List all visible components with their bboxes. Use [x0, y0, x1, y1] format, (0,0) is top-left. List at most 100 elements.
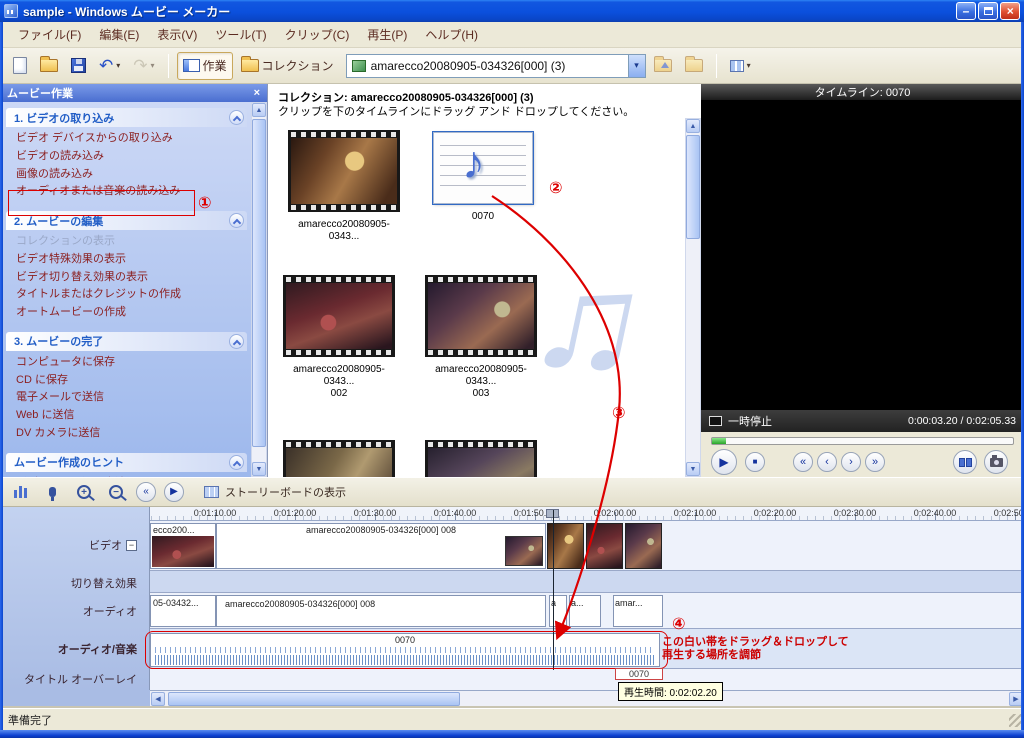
stop-button[interactable]: ■ [745, 452, 765, 472]
collapse-chevron-icon[interactable] [229, 454, 244, 470]
scroll-down-button[interactable]: ▼ [252, 462, 266, 476]
task-save-to-computer[interactable]: コンピュータに保存 [16, 356, 245, 370]
collection-clip-video-5[interactable] [425, 440, 537, 477]
section-header-finish-movie[interactable]: 3. ムービーの完了 [6, 331, 247, 351]
title-overlay-track[interactable] [150, 669, 1024, 690]
undo-icon: ↶ [99, 56, 114, 75]
undo-button[interactable]: ↶ ▾ [94, 52, 125, 80]
collection-clip-audio-0070[interactable]: ♪ 0070 [431, 131, 535, 223]
close-button[interactable]: × [1000, 2, 1020, 20]
menu-play[interactable]: 再生(P) [359, 23, 415, 46]
collapse-chevron-icon[interactable] [229, 110, 244, 125]
menu-view[interactable]: 表示(V) [149, 23, 205, 46]
collapse-video-track-button[interactable]: − [126, 539, 137, 551]
storyboard-toggle-button[interactable]: ストーリーボードの表示 [196, 481, 354, 503]
collections-button[interactable]: コレクション [236, 52, 339, 80]
collection-scrollbar[interactable]: ▲ ▼ [685, 118, 701, 477]
task-import-audio-or-music[interactable]: オーディオまたは音楽の読み込み [16, 185, 245, 199]
narrate-timeline-button[interactable] [40, 480, 64, 504]
task-send-dv-camera[interactable]: DV カメラに送信 [16, 427, 245, 441]
task-view-video-transitions[interactable]: ビデオ切り替え効果の表示 [16, 271, 245, 285]
video-track[interactable]: ecco200... amarecco20080905-034326[000] … [150, 521, 1024, 571]
collapse-chevron-icon[interactable] [229, 333, 244, 349]
task-show-collections: コレクションの表示 [16, 235, 115, 247]
transition-track[interactable] [150, 571, 1024, 593]
rewind-button[interactable]: « [793, 452, 813, 472]
audio-levels-button[interactable] [8, 480, 32, 504]
audio-track[interactable]: 05-03432... amarecco20080905-034326[000]… [150, 593, 1024, 629]
task-view-video-effects[interactable]: ビデオ特殊効果の表示 [16, 253, 245, 267]
open-project-button[interactable] [35, 52, 63, 80]
menu-tools[interactable]: ツール(T) [207, 23, 274, 46]
task-capture-from-device[interactable]: ビデオ デバイスからの取り込み [16, 132, 245, 146]
timeline-audio-clip[interactable]: a... [569, 595, 601, 627]
menu-help[interactable]: ヘルプ(H) [417, 23, 486, 46]
play-button[interactable]: ▶ [711, 449, 737, 475]
task-import-video[interactable]: ビデオの読み込み [16, 150, 245, 164]
task-send-email[interactable]: 電子メールで送信 [16, 391, 245, 405]
section-header-movie-tips[interactable]: ムービー作成のヒント [6, 452, 247, 472]
collection-combobox[interactable]: amarecco20080905-034326[000] (3) ▾ [345, 53, 646, 78]
tasks-panel-icon [182, 59, 200, 72]
scrollbar-thumb[interactable] [168, 692, 460, 706]
tasks-button[interactable]: 作業 [176, 51, 233, 80]
scrollbar-thumb[interactable] [686, 135, 700, 239]
scrollbar-thumb[interactable] [252, 119, 266, 447]
playhead[interactable] [553, 510, 554, 670]
tasks-pane-close-button[interactable]: × [254, 87, 260, 99]
collection-clip-video-4[interactable] [283, 440, 395, 477]
scroll-left-button[interactable]: ◀ [151, 692, 165, 706]
views-button[interactable]: ▾ [725, 52, 756, 80]
timeline-audio-clip-partial[interactable]: 05-03432... [150, 595, 216, 627]
next-frame-button[interactable]: › [841, 452, 861, 472]
timeline-audio-clip[interactable]: amar... [613, 595, 663, 627]
timeline-ruler[interactable]: 0:01:10.00 0:01:20.00 0:01:30.00 0:01:40… [150, 507, 1024, 521]
timeline-video-clip[interactable] [586, 523, 623, 569]
combobox-dropdown-button[interactable]: ▾ [627, 54, 645, 77]
timeline-video-clip-partial[interactable]: ecco200... [150, 523, 216, 569]
task-make-titles-credits[interactable]: タイトルまたはクレジットの作成 [16, 288, 245, 302]
task-save-to-cd[interactable]: CD に保存 [16, 374, 245, 388]
menu-file[interactable]: ファイル(F) [10, 23, 89, 46]
task-make-automovie[interactable]: オートムービーの作成 [16, 306, 245, 320]
fast-forward-button[interactable]: » [865, 452, 885, 472]
take-picture-button[interactable] [984, 450, 1008, 474]
scroll-down-button[interactable]: ▼ [686, 462, 700, 476]
timeline-audio-clip-main[interactable]: amarecco20080905-034326[000] 008 [216, 595, 546, 627]
play-timeline-button[interactable]: ▶ [164, 482, 184, 502]
task-import-pictures[interactable]: 画像の読み込み [16, 168, 245, 182]
timeline-video-clip-main[interactable]: amarecco20080905-034326[000] 008 [216, 523, 546, 569]
section-header-capture-video[interactable]: 1. ビデオの取り込み [6, 108, 247, 127]
collapse-chevron-icon[interactable] [229, 213, 244, 228]
timeline-video-clip[interactable] [625, 523, 662, 569]
maximize-button[interactable] [978, 2, 998, 20]
timeline-scrollbar[interactable]: ◀ ▶ [150, 690, 1024, 708]
previous-frame-button[interactable]: ‹ [817, 452, 837, 472]
zoom-in-button[interactable]: + [72, 480, 96, 504]
task-send-web[interactable]: Web に送信 [16, 409, 245, 423]
menu-clip[interactable]: クリップ(C) [277, 23, 358, 46]
audio-music-track[interactable]: 0070 [150, 629, 1024, 669]
menu-edit[interactable]: 編集(E) [91, 23, 147, 46]
split-clip-button[interactable] [953, 450, 977, 474]
collection-clip-video-2[interactable]: amarecco20080905-0343... 002 [283, 275, 395, 400]
new-collection-button[interactable] [680, 52, 708, 80]
collection-clip-video-3[interactable]: amarecco20080905-0343... 003 [425, 275, 537, 400]
timeline-music-clip-0070[interactable]: 0070 [150, 633, 660, 667]
scroll-up-button[interactable]: ▲ [686, 119, 700, 133]
clip-thumbnail [505, 536, 543, 566]
filmstrip-thumbnail [288, 130, 400, 212]
redo-button[interactable]: ↷ ▾ [128, 52, 159, 80]
rewind-timeline-button[interactable]: « [136, 482, 156, 502]
scroll-up-button[interactable]: ▲ [252, 103, 266, 117]
save-project-button[interactable] [66, 52, 91, 80]
collection-clip-video-1[interactable]: amarecco20080905-0343... [288, 130, 400, 243]
minimize-button[interactable]: – [956, 2, 976, 20]
seek-bar[interactable] [711, 437, 1014, 445]
up-one-level-button[interactable] [649, 52, 677, 80]
section-header-edit-movie[interactable]: 2. ムービーの編集 [6, 211, 247, 230]
zoom-out-button[interactable]: − [104, 480, 128, 504]
new-project-button[interactable] [8, 52, 32, 80]
timeline-audio-clip[interactable]: a [549, 595, 567, 627]
tasks-pane-scrollbar[interactable]: ▲ ▼ [251, 102, 267, 477]
